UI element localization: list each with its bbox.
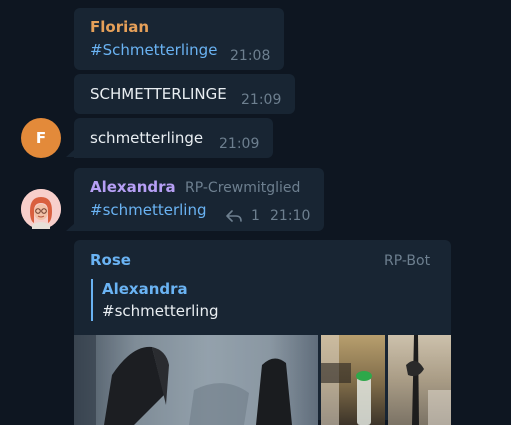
message-time: 21:10	[270, 208, 311, 224]
message-text[interactable]: #schmetterling	[90, 201, 207, 219]
message-text: schmetterlinge	[90, 129, 204, 147]
message-bubble-florian[interactable]: Florian #Schmetterlinge 21:08	[74, 8, 284, 70]
reply-arrow-icon[interactable]	[226, 208, 242, 227]
message-text: SCHMETTERLINGE	[90, 85, 227, 103]
message-bubble-lowercase[interactable]: schmetterlinge 21:09	[74, 118, 273, 158]
sender-role: RP-Bot	[384, 253, 431, 269]
avatar-alexandra[interactable]	[21, 189, 61, 229]
reply-count[interactable]: 1	[251, 208, 260, 224]
media-image-thumb-1[interactable]	[321, 335, 385, 425]
photo-content-icon	[321, 335, 372, 425]
message-time: 21:08	[230, 48, 271, 64]
photo-content-icon	[74, 335, 318, 425]
media-image-thumb-2[interactable]	[388, 335, 451, 425]
message-bubble-rose[interactable]: Rose RP-Bot Alexandra #schmetterling	[74, 240, 451, 425]
sender-name[interactable]: Florian	[90, 18, 149, 36]
message-bubble-alexandra[interactable]: Alexandra RP-Crewmitglied #schmetterling…	[74, 168, 324, 231]
message-time: 21:09	[241, 92, 282, 108]
sender-name[interactable]: Alexandra	[90, 178, 176, 196]
alexandra-avatar-icon	[21, 189, 61, 229]
photo-content-icon	[388, 335, 451, 425]
avatar[interactable]: F	[21, 118, 61, 158]
avatar-letter: F	[35, 129, 47, 147]
reply-quote-bar	[91, 279, 93, 321]
message-time: 21:09	[219, 136, 260, 152]
sender-name[interactable]: Rose	[90, 251, 131, 269]
media-image-main[interactable]	[74, 335, 318, 425]
quote-sender[interactable]: Alexandra	[102, 280, 188, 298]
message-bubble-uppercase[interactable]: SCHMETTERLINGE 21:09	[74, 74, 295, 114]
quote-text[interactable]: #schmetterling	[102, 302, 219, 320]
message-text[interactable]: #Schmetterlinge	[90, 41, 217, 59]
sender-role: RP-Crewmitglied	[185, 180, 301, 196]
